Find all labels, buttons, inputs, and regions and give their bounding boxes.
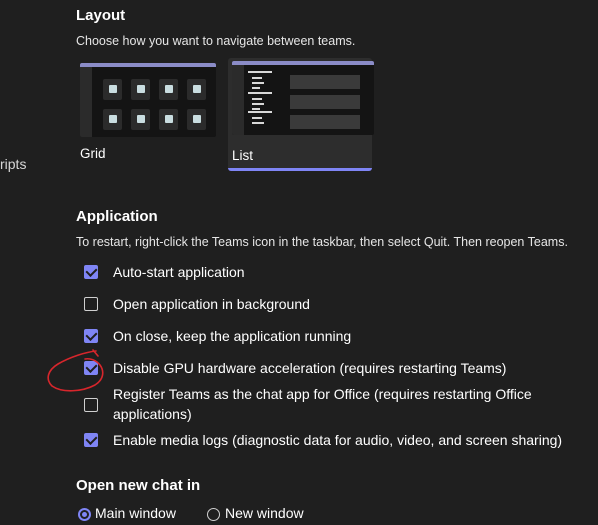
application-section-description: To restart, right-click the Teams icon i… bbox=[76, 235, 568, 249]
register-chat-app-checkbox[interactable] bbox=[84, 398, 98, 412]
auto-start-checkbox[interactable] bbox=[84, 265, 98, 279]
grid-layout-preview bbox=[80, 63, 216, 137]
list-lines-icon bbox=[248, 71, 274, 93]
grid-tile-icon bbox=[103, 109, 122, 130]
register-chat-app-label: Register Teams as the chat app for Offic… bbox=[113, 386, 532, 422]
grid-tile-icon bbox=[187, 79, 206, 100]
new-window-label: New window bbox=[225, 505, 304, 521]
main-window-label: Main window bbox=[95, 505, 176, 521]
open-new-chat-section-title: Open new chat in bbox=[76, 477, 201, 494]
layout-option-grid[interactable]: Grid bbox=[76, 58, 220, 168]
list-lines-icon bbox=[248, 111, 274, 133]
annotation-stroke bbox=[47, 349, 104, 392]
preview-title-bar bbox=[80, 63, 216, 67]
preview-title-bar bbox=[232, 61, 374, 65]
grid-tile-icon bbox=[131, 79, 150, 100]
main-window-option[interactable]: Main window bbox=[76, 505, 186, 525]
layout-option-list[interactable]: List bbox=[228, 58, 374, 171]
clipped-sidebar-text: ripts bbox=[0, 156, 27, 172]
disable-gpu-label: Disable GPU hardware acceleration (requi… bbox=[113, 360, 507, 376]
new-window-option[interactable]: New window bbox=[206, 505, 326, 525]
register-chat-app-option[interactable]: Register Teams as the chat app for Offic… bbox=[84, 384, 584, 426]
layout-option-label: List bbox=[232, 148, 254, 163]
layout-section-title: Layout bbox=[76, 7, 126, 24]
grid-tile-icon bbox=[159, 109, 178, 130]
preview-app-rail bbox=[232, 65, 244, 135]
list-content-panel bbox=[290, 75, 360, 89]
grid-tile-icon bbox=[159, 79, 178, 100]
grid-tile-icon bbox=[103, 79, 122, 100]
grid-tile-icon bbox=[131, 109, 150, 130]
media-logs-checkbox[interactable] bbox=[84, 433, 98, 447]
red-circle-annotation bbox=[47, 349, 104, 392]
grid-tile-icon bbox=[187, 109, 206, 130]
list-content-panel bbox=[290, 115, 360, 129]
preview-app-rail bbox=[80, 67, 92, 137]
layout-option-label: Grid bbox=[80, 146, 106, 161]
keep-running-label: On close, keep the application running bbox=[113, 328, 352, 344]
list-content-panel bbox=[290, 95, 360, 109]
auto-start-label: Auto-start application bbox=[113, 264, 245, 280]
application-section-title: Application bbox=[76, 208, 158, 225]
list-layout-preview bbox=[232, 61, 374, 135]
open-in-background-label: Open application in background bbox=[113, 296, 310, 312]
open-in-background-checkbox[interactable] bbox=[84, 297, 98, 311]
layout-section-description: Choose how you want to navigate between … bbox=[76, 34, 356, 48]
keep-running-checkbox[interactable] bbox=[84, 329, 98, 343]
media-logs-label: Enable media logs (diagnostic data for a… bbox=[113, 432, 563, 448]
